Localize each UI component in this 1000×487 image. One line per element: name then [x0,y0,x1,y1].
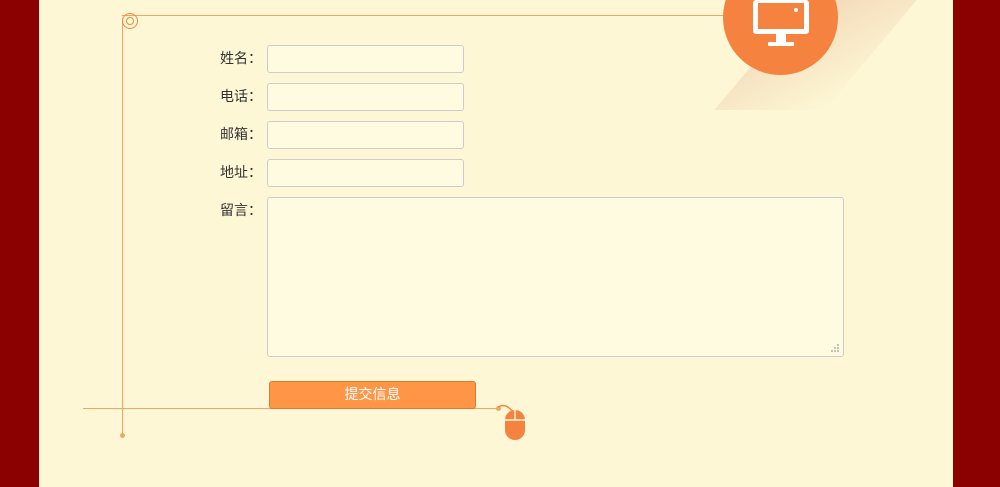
message-textarea[interactable] [267,197,844,357]
address-label: 地址： [220,165,262,181]
decorative-left-line [122,18,123,435]
submit-button[interactable]: 提交信息 [269,381,476,409]
decorative-top-line [122,15,782,16]
line-end-dot [120,433,125,438]
name-label: 姓名： [220,51,262,67]
target-icon [122,13,138,29]
form-panel: 姓名： 电话： 邮箱： 地址： 留言： 提交信息 [39,0,953,487]
mouse-icon [497,404,525,440]
address-input[interactable] [267,159,464,187]
phone-label: 电话： [220,89,262,105]
message-label: 留言： [220,203,262,219]
email-input[interactable] [267,121,464,149]
name-input[interactable] [267,45,464,73]
email-label: 邮箱： [220,127,262,143]
resize-grip-icon[interactable] [830,343,840,353]
monitor-icon [753,0,809,46]
phone-input[interactable] [267,83,464,111]
